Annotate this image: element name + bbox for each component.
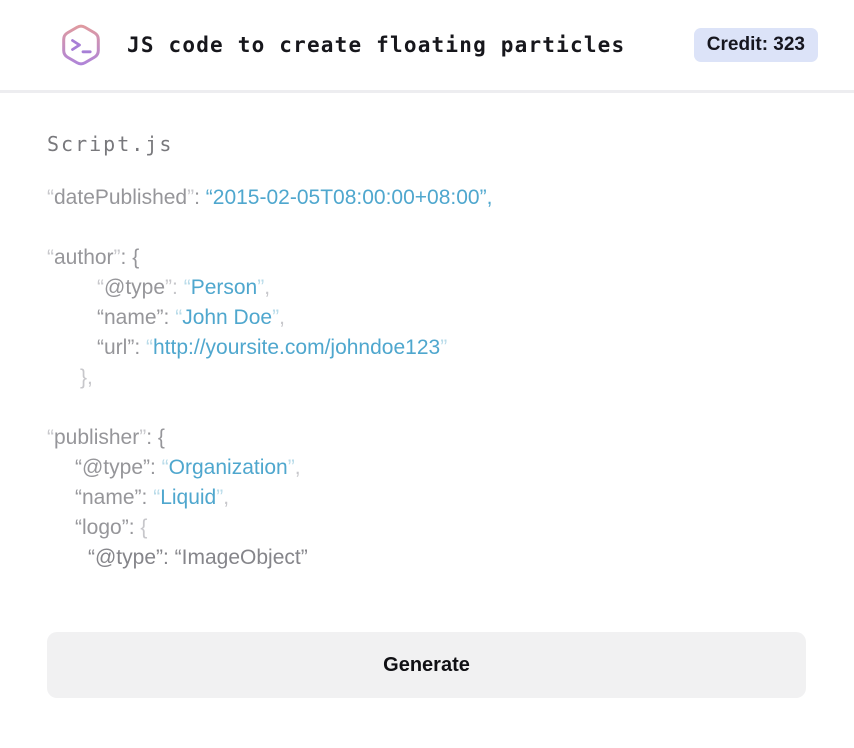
code-token: “@type”: <box>75 456 162 479</box>
code-line: “@type”: “ImageObject” <box>47 543 806 573</box>
code-token: “ <box>183 276 191 299</box>
code-token: , <box>264 276 271 299</box>
code-token: , <box>279 306 285 329</box>
code-token: : <box>172 276 184 299</box>
code-token: ” <box>113 246 121 269</box>
code-token: { <box>140 516 148 539</box>
code-line: “logo”: { <box>47 513 806 543</box>
main-content: Script.js “datePublished”: “2015-02-05T0… <box>0 93 854 698</box>
code-token: “2015-02-05T08:00:00+08:00”, <box>205 186 493 209</box>
code-token: “ <box>97 276 104 299</box>
code-line: “name”: “John Doe”, <box>47 303 806 333</box>
code-token: “ <box>47 186 54 209</box>
code-token: “name”: <box>75 486 154 509</box>
code-token: , <box>223 486 230 509</box>
generate-button[interactable]: Generate <box>47 632 806 698</box>
code-line: “@type”: “Organization”, <box>47 453 806 483</box>
page-title: JS code to create floating particles <box>127 33 626 57</box>
code-line: “author”: { <box>47 243 806 273</box>
code-token: publisher <box>54 426 140 449</box>
code-token: “ <box>146 336 153 359</box>
code-line: “@type”: “Person”, <box>47 273 806 303</box>
code-token: “url”: <box>97 336 146 359</box>
code-line: “publisher”: { <box>47 423 806 453</box>
code-line: “datePublished”: “2015-02-05T08:00:00+08… <box>47 183 806 213</box>
code-line: }, <box>47 363 806 393</box>
page: JS code to create floating particles Cre… <box>0 0 854 748</box>
code-token: @type <box>104 276 166 299</box>
code-block: “datePublished”: “2015-02-05T08:00:00+08… <box>47 183 806 573</box>
code-line: “url”: “http://yoursite.com/johndoe123” <box>47 333 806 363</box>
code-token: }, <box>80 366 93 389</box>
code-token: datePublished <box>54 186 188 209</box>
code-token: ” <box>165 276 173 299</box>
code-token: : <box>194 186 206 209</box>
code-token: ” <box>287 456 295 479</box>
credit-badge: Credit: 323 <box>693 28 818 62</box>
code-token: : { <box>120 246 140 269</box>
code-token: “logo”: <box>75 516 141 539</box>
file-name: Script.js <box>47 132 174 156</box>
terminal-prompt-hexagon-icon <box>57 21 105 69</box>
header: JS code to create floating particles Cre… <box>0 0 854 93</box>
code-token: http://yoursite.com/johndoe123 <box>153 336 441 359</box>
code-token: John Doe <box>182 306 273 329</box>
code-token: Organization <box>168 456 288 479</box>
code-token: “ <box>47 246 54 269</box>
code-token: “ <box>161 456 169 479</box>
code-token: “name”: <box>97 306 176 329</box>
code-token: , <box>294 456 301 479</box>
code-token: Liquid <box>160 486 217 509</box>
code-token: “@type”: “ImageObject” <box>88 546 308 569</box>
code-token: “ <box>47 426 54 449</box>
code-token: : { <box>146 426 165 449</box>
code-token: ” <box>440 336 448 359</box>
code-line: “name”: “Liquid”, <box>47 483 806 513</box>
code-token: author <box>54 246 114 269</box>
code-token: Person <box>190 276 258 299</box>
